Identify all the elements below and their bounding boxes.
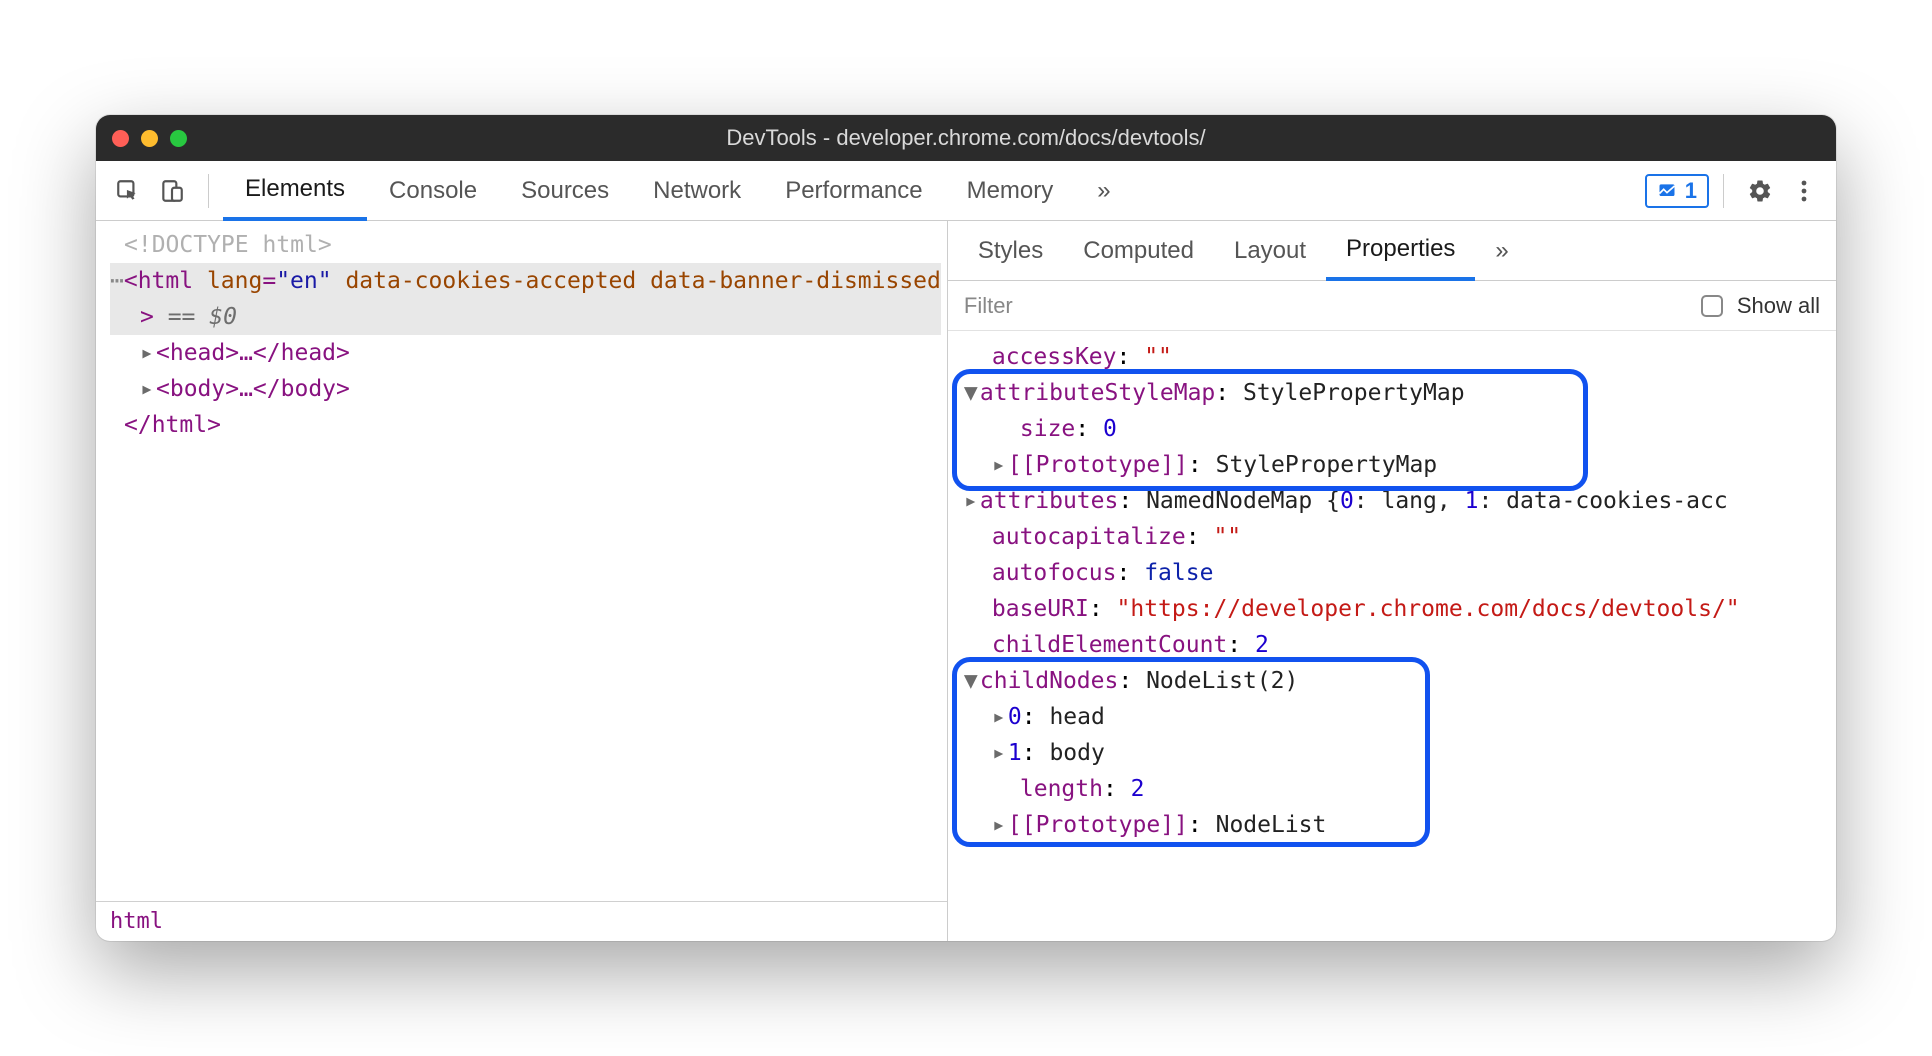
settings-icon[interactable] bbox=[1738, 169, 1782, 213]
titlebar: DevTools - developer.chrome.com/docs/dev… bbox=[96, 115, 1836, 161]
show-all-label: Show all bbox=[1737, 293, 1820, 319]
html-open-line[interactable]: ⋯<html lang="en" data-cookies-accepted d… bbox=[110, 263, 941, 299]
toolbar-separator bbox=[208, 174, 209, 208]
prop-childnodes[interactable]: ▼childNodes: NodeList(2) bbox=[958, 663, 1828, 699]
prop-autofocus[interactable]: autofocus: false bbox=[958, 555, 1828, 591]
show-all-checkbox[interactable] bbox=[1701, 295, 1723, 317]
toolbar-separator bbox=[1723, 174, 1724, 208]
tab-memory[interactable]: Memory bbox=[945, 161, 1076, 221]
kebab-menu-icon[interactable] bbox=[1782, 169, 1826, 213]
ellipsis-icon: ⋯ bbox=[110, 268, 124, 294]
prop-baseuri[interactable]: baseURI: "https://developer.chrome.com/d… bbox=[958, 591, 1828, 627]
issues-badge[interactable]: 1 bbox=[1645, 174, 1709, 208]
tab-network[interactable]: Network bbox=[631, 161, 763, 221]
issues-count: 1 bbox=[1685, 178, 1697, 204]
tab-computed[interactable]: Computed bbox=[1063, 221, 1214, 281]
prop-size[interactable]: size: 0 bbox=[958, 411, 1828, 447]
filter-bar: Show all bbox=[948, 281, 1836, 331]
tab-layout[interactable]: Layout bbox=[1214, 221, 1326, 281]
main-split: <!DOCTYPE html> ⋯<html lang="en" data-co… bbox=[96, 221, 1836, 941]
tab-styles[interactable]: Styles bbox=[958, 221, 1063, 281]
prop-prototype[interactable]: ▸[[Prototype]]: StylePropertyMap bbox=[958, 447, 1828, 483]
prop-childnodes-0[interactable]: ▸0: head bbox=[958, 699, 1828, 735]
tab-elements[interactable]: Elements bbox=[223, 161, 367, 221]
prop-childnodes-1[interactable]: ▸1: body bbox=[958, 735, 1828, 771]
dom-panel: <!DOCTYPE html> ⋯<html lang="en" data-co… bbox=[96, 221, 948, 941]
main-toolbar: Elements Console Sources Network Perform… bbox=[96, 161, 1836, 221]
dom-tree[interactable]: <!DOCTYPE html> ⋯<html lang="en" data-co… bbox=[96, 221, 947, 901]
devtools-window: DevTools - developer.chrome.com/docs/dev… bbox=[96, 115, 1836, 941]
tab-performance[interactable]: Performance bbox=[763, 161, 944, 221]
filter-input[interactable] bbox=[964, 293, 1687, 319]
window-title: DevTools - developer.chrome.com/docs/dev… bbox=[96, 125, 1836, 151]
sidebar-tabs-overflow-icon[interactable]: » bbox=[1475, 221, 1528, 281]
prop-autocapitalize[interactable]: autocapitalize: "" bbox=[958, 519, 1828, 555]
sidebar-tabs: Styles Computed Layout Properties » bbox=[948, 221, 1836, 281]
head-line[interactable]: ▸<head>…</head> bbox=[110, 335, 941, 371]
tabs-overflow-icon[interactable]: » bbox=[1075, 161, 1132, 221]
tab-sources[interactable]: Sources bbox=[499, 161, 631, 221]
prop-accesskey[interactable]: accessKey: "" bbox=[958, 339, 1828, 375]
properties-list[interactable]: accessKey: "" ▼attributeStyleMap: StyleP… bbox=[948, 331, 1836, 851]
inspect-element-icon[interactable] bbox=[106, 169, 150, 213]
breadcrumb[interactable]: html bbox=[96, 901, 947, 941]
tab-properties[interactable]: Properties bbox=[1326, 221, 1475, 281]
prop-attributestylemap[interactable]: ▼attributeStyleMap: StylePropertyMap bbox=[958, 375, 1828, 411]
html-close-line[interactable]: </html> bbox=[110, 407, 941, 443]
body-line[interactable]: ▸<body>…</body> bbox=[110, 371, 941, 407]
prop-attributes[interactable]: ▸attributes: NamedNodeMap {0: lang, 1: d… bbox=[958, 483, 1828, 519]
doctype-line[interactable]: <!DOCTYPE html> bbox=[110, 227, 941, 263]
sidebar-panel: Styles Computed Layout Properties » Show… bbox=[948, 221, 1836, 941]
prop-length[interactable]: length: 2 bbox=[958, 771, 1828, 807]
prop-prototype[interactable]: ▸[[Prototype]]: NodeList bbox=[958, 807, 1828, 843]
device-toolbar-icon[interactable] bbox=[150, 169, 194, 213]
html-open-line-2[interactable]: > == $0 bbox=[110, 299, 941, 335]
issues-icon bbox=[1657, 181, 1677, 201]
prop-childelementcount[interactable]: childElementCount: 2 bbox=[958, 627, 1828, 663]
tab-console[interactable]: Console bbox=[367, 161, 499, 221]
